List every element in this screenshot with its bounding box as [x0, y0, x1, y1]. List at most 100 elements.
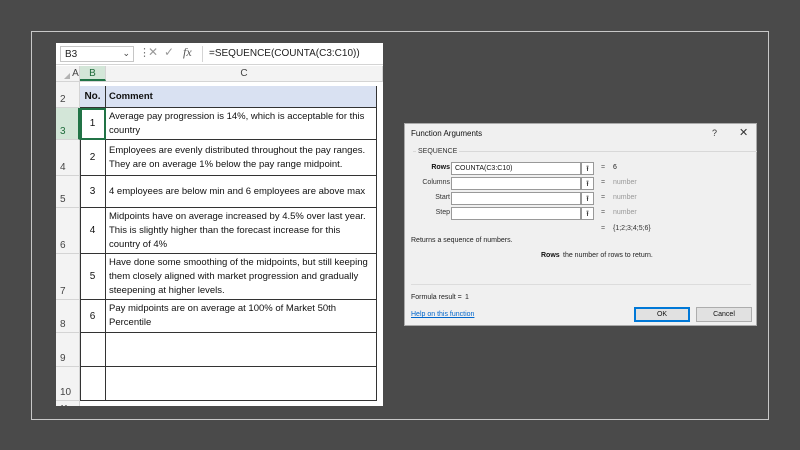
- header-comment[interactable]: Comment: [106, 86, 376, 108]
- arg-description-text: the number of rows to return.: [563, 252, 653, 259]
- cell-no[interactable]: 5: [80, 254, 106, 300]
- row-number: 4: [60, 162, 66, 173]
- rows-input[interactable]: COUNTA(C3:C10): [451, 162, 581, 175]
- function-group: SEQUENCE Rows COUNTA(C3:C10) ⭱ = 6 Colum…: [413, 148, 757, 244]
- start-input[interactable]: [451, 192, 581, 205]
- arg-label: Rows: [431, 164, 450, 171]
- arg-label: Step: [435, 209, 450, 216]
- arg-result: 6: [613, 164, 617, 171]
- function-name: SEQUENCE: [416, 148, 460, 155]
- row-number: 9: [60, 353, 66, 364]
- arg-equals: =: [601, 209, 606, 216]
- cell-comment[interactable]: Average pay progression is 14%, which is…: [106, 108, 376, 140]
- collapse-dialog-icon[interactable]: ⭱: [581, 192, 594, 205]
- row-number: 3: [60, 126, 66, 137]
- header-no[interactable]: No.: [80, 86, 106, 108]
- cell-no[interactable]: [80, 367, 106, 401]
- result-equals: =: [601, 225, 606, 232]
- row-number: 11: [60, 404, 68, 406]
- column-header-a[interactable]: A: [72, 66, 80, 81]
- row-header-3[interactable]: 3: [56, 108, 80, 140]
- dialog-title: Function Arguments: [411, 129, 483, 138]
- divider: [411, 284, 751, 285]
- cell-comment[interactable]: Pay midpoints are on average at 100% of …: [106, 300, 376, 333]
- table-row: 6 Pay midpoints are on average at 100% o…: [80, 300, 383, 333]
- row-header-11[interactable]: 11: [56, 401, 80, 406]
- table-row: 4 Midpoints have on average increased by…: [80, 208, 383, 254]
- confirm-entry-icon[interactable]: ✓: [164, 45, 174, 59]
- step-input[interactable]: [451, 207, 581, 220]
- row-header-8[interactable]: 8: [56, 300, 80, 333]
- formula-result-label: Formula result =: [411, 294, 462, 301]
- help-icon[interactable]: ?: [712, 128, 717, 138]
- arg-equals: =: [601, 164, 606, 171]
- cell-no[interactable]: [80, 333, 106, 367]
- row-header-9[interactable]: 9: [56, 333, 80, 367]
- table-row: 2 Employees are evenly distributed throu…: [80, 140, 383, 176]
- row-number: 8: [60, 319, 66, 330]
- row-number: 7: [60, 286, 66, 297]
- cell-comment[interactable]: Employees are evenly distributed through…: [106, 140, 376, 176]
- arg-label: Columns: [422, 179, 450, 186]
- row-header-5[interactable]: 5: [56, 176, 80, 208]
- cell-comment[interactable]: 4 employees are below min and 6 employee…: [106, 176, 376, 208]
- name-box[interactable]: B3 ⌄: [60, 46, 134, 62]
- select-all-icon: [64, 73, 70, 79]
- row-header-10[interactable]: 10: [56, 367, 80, 401]
- arg-description-name: Rows: [541, 252, 560, 259]
- cell-no[interactable]: 3: [80, 176, 106, 208]
- table-row: 5 Have done some smoothing of the midpoi…: [80, 254, 383, 300]
- columns-input[interactable]: [451, 177, 581, 190]
- row-header-4[interactable]: 4: [56, 140, 80, 176]
- row-header-2[interactable]: 2: [56, 82, 80, 108]
- column-header-c[interactable]: C: [106, 66, 383, 81]
- function-arguments-dialog: Function Arguments ? ✕ SEQUENCE Rows COU…: [404, 123, 757, 326]
- table-row: [80, 367, 383, 401]
- cell-no[interactable]: 4: [80, 208, 106, 254]
- formula-result-value: 1: [465, 294, 469, 301]
- cancel-button[interactable]: Cancel: [696, 307, 752, 322]
- cell-comment[interactable]: [106, 333, 376, 367]
- arg-row-rows: Rows COUNTA(C3:C10) ⭱ = 6: [413, 162, 757, 175]
- formula-input[interactable]: =SEQUENCE(COUNTA(C3:C10)): [202, 46, 380, 62]
- result-preview: {1;2;3;4;5;6}: [613, 225, 651, 232]
- collapse-dialog-icon[interactable]: ⭱: [581, 177, 594, 190]
- arg-equals: =: [601, 179, 606, 186]
- select-all-corner[interactable]: [56, 66, 72, 81]
- table-row: 1 Average pay progression is 14%, which …: [80, 108, 383, 140]
- arg-result: number: [613, 179, 637, 186]
- arg-row-columns: Columns ⭱ = number: [413, 177, 757, 190]
- collapse-dialog-icon[interactable]: ⭱: [581, 162, 594, 175]
- insert-function-icon[interactable]: fx: [183, 45, 192, 60]
- cell-comment[interactable]: Midpoints have on average increased by 4…: [106, 208, 376, 254]
- row-header-7[interactable]: 7: [56, 254, 80, 300]
- close-icon[interactable]: ✕: [739, 126, 748, 139]
- table-row: [80, 333, 383, 367]
- arg-row-start: Start ⭱ = number: [413, 192, 757, 205]
- cell-comment[interactable]: [106, 367, 376, 401]
- ok-button[interactable]: OK: [634, 307, 690, 322]
- row-header-6[interactable]: 6: [56, 208, 80, 254]
- arg-equals: =: [601, 194, 606, 201]
- formula-bar: B3 ⌄ ⋮ ✕ ✓ fx =SEQUENCE(COUNTA(C3:C10)): [56, 43, 383, 65]
- cell-comment[interactable]: Have done some smoothing of the midpoint…: [106, 254, 376, 300]
- column-header-b[interactable]: B: [80, 66, 106, 81]
- row-number: 10: [60, 387, 72, 398]
- arg-result: number: [613, 194, 637, 201]
- arg-row-step: Step ⭱ = number: [413, 207, 757, 220]
- cancel-entry-icon[interactable]: ✕: [148, 45, 158, 59]
- arg-result: number: [613, 209, 637, 216]
- name-box-value: B3: [65, 49, 78, 60]
- row-number: 6: [60, 240, 66, 251]
- collapse-dialog-icon[interactable]: ⭱: [581, 207, 594, 220]
- excel-window: B3 ⌄ ⋮ ✕ ✓ fx =SEQUENCE(COUNTA(C3:C10)) …: [56, 43, 383, 406]
- function-description: Returns a sequence of numbers.: [411, 237, 513, 244]
- cell-no[interactable]: 1: [80, 108, 106, 140]
- row-number: 5: [60, 194, 66, 205]
- chevron-down-icon[interactable]: ⌄: [122, 48, 130, 59]
- help-link[interactable]: Help on this function: [411, 311, 474, 318]
- cell-no[interactable]: 2: [80, 140, 106, 176]
- row-number: 2: [60, 94, 66, 105]
- cell-no[interactable]: 6: [80, 300, 106, 333]
- arg-label: Start: [435, 194, 450, 201]
